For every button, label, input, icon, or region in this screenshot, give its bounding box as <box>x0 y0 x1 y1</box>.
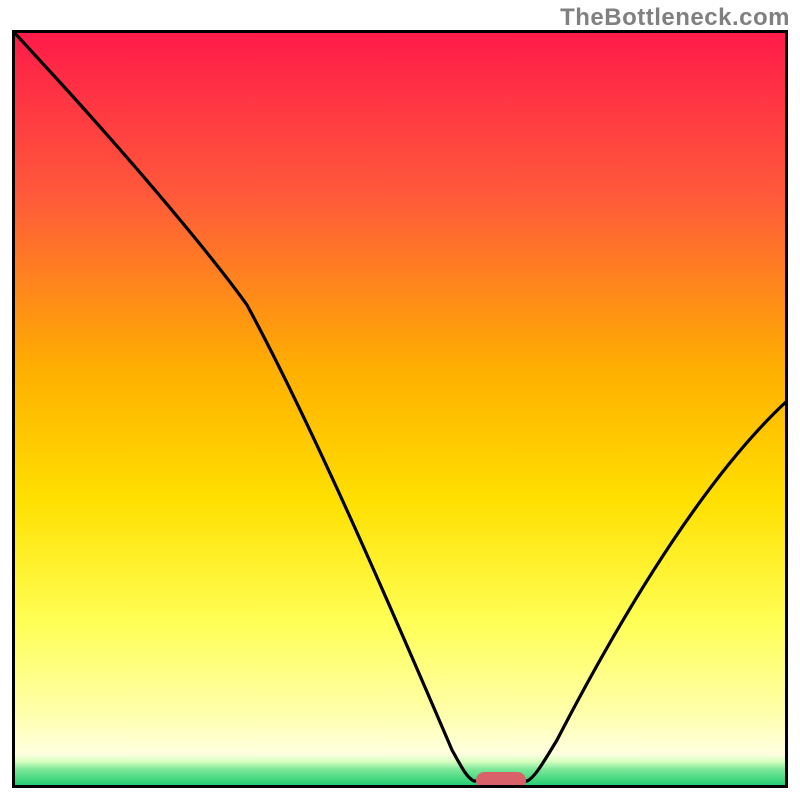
gradient-background <box>12 30 788 788</box>
watermark-text: TheBottleneck.com <box>560 4 790 32</box>
plot-area <box>12 30 788 788</box>
chart-svg <box>12 30 788 788</box>
chart-container: TheBottleneck.com <box>0 0 800 800</box>
